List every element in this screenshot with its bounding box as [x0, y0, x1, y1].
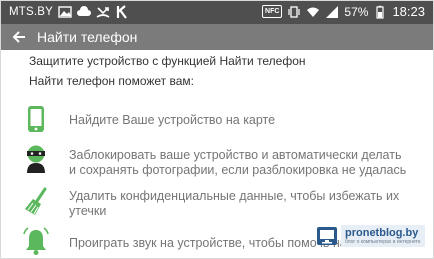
watermark: pronetblog.by блог о компьютерах и интер…: [317, 225, 425, 247]
battery-icon: [373, 5, 387, 19]
vibrate-icon: [287, 5, 301, 19]
feature-text: Удалить конфиденциальные данные, чтобы и…: [69, 189, 400, 218]
watermark-subtitle: блог о компьютерах и интернете: [345, 239, 421, 245]
signal-icon: [325, 5, 339, 19]
page-title: Найти телефон: [37, 29, 138, 45]
nfc-icon: NFC: [262, 5, 283, 18]
status-right: NFC 57% 18:23: [262, 4, 425, 19]
feature-text: Найдите Ваше устройство на карте: [69, 113, 276, 127]
arrow-left-icon[interactable]: [11, 29, 27, 45]
bell-icon: [23, 226, 49, 256]
cloud-icon: [77, 5, 92, 19]
intro-line-2: Найти телефон поможет вам:: [29, 74, 194, 88]
screen: MTS.BY NFC 57% 18:23 Найти телефон Защит…: [0, 0, 434, 259]
phone-icon: [23, 104, 49, 134]
image-icon: [58, 5, 72, 19]
broom-icon: [23, 187, 49, 217]
wifi-icon: [306, 5, 320, 19]
status-bar: MTS.BY NFC 57% 18:23: [1, 1, 433, 24]
app-bar: Найти телефон: [1, 24, 433, 50]
carrier-label: MTS.BY: [9, 6, 54, 18]
battery-percent: 57%: [344, 4, 369, 19]
status-left: MTS.BY: [9, 5, 129, 19]
watermark-text: pronetblog.by блог о компьютерах и интер…: [341, 225, 425, 247]
watermark-name: pronetblog.by: [345, 227, 419, 239]
k-app-icon: [115, 5, 129, 19]
missed-call-icon: [96, 5, 110, 19]
thief-icon: [23, 144, 49, 174]
feature-text: Заблокировать ваше устройство и автомати…: [69, 148, 407, 177]
clock: 18:23: [392, 4, 425, 19]
monitor-logo-icon: [317, 227, 337, 245]
intro-line-1: Защитите устройство с функцией Найти тел…: [29, 54, 306, 68]
